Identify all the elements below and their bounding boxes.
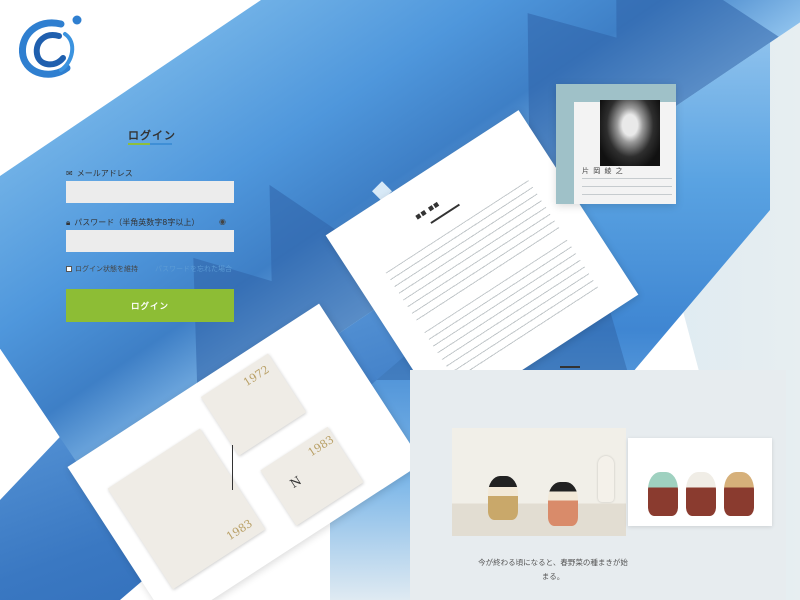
email-field[interactable] [66, 181, 234, 203]
doll-photo [452, 428, 626, 536]
doll-product-card [628, 438, 772, 526]
login-title: ログイン [128, 129, 176, 142]
email-label-text: メールアドレス [76, 169, 133, 178]
profile-name: 片 岡 綾 之 [582, 167, 624, 175]
magazine-year: 1983 [305, 433, 337, 460]
remember-checkbox[interactable] [66, 266, 72, 272]
password-field[interactable] [66, 230, 234, 252]
lock-icon: 🔒︎ [66, 217, 71, 227]
remember-label: ログイン状態を維持 [75, 265, 138, 273]
remember-me[interactable]: ログイン状態を維持 [66, 264, 138, 274]
doll-caption: 今が終わる頃になると、春野菜の種まきが始まる。 [478, 558, 628, 581]
forgot-password-link[interactable]: パスワードを忘れた場合 [155, 264, 232, 274]
password-label: 🔒︎ パスワード（半角英数字8字以上） [66, 217, 199, 228]
portrait-photo [600, 100, 660, 166]
eye-icon[interactable]: ◉ [219, 218, 229, 226]
screen: ◆ ◆ ▪▪ ▪▪ 片 岡 綾 之 1983 1972 1983 N [0, 0, 800, 600]
login-panel: ログイン ✉ メールアドレス 🔒︎ パスワード（半角英数字8字以上） ◉ ログイ… [0, 0, 300, 600]
login-button[interactable]: ログイン [66, 289, 234, 322]
title-underline [128, 143, 172, 145]
profile-card: 片 岡 綾 之 [556, 84, 676, 204]
email-label: ✉ メールアドレス [66, 168, 133, 179]
mail-icon: ✉ [66, 169, 73, 178]
password-label-text: パスワード（半角英数字8字以上） [74, 218, 200, 227]
brand-logo-icon [18, 15, 82, 78]
